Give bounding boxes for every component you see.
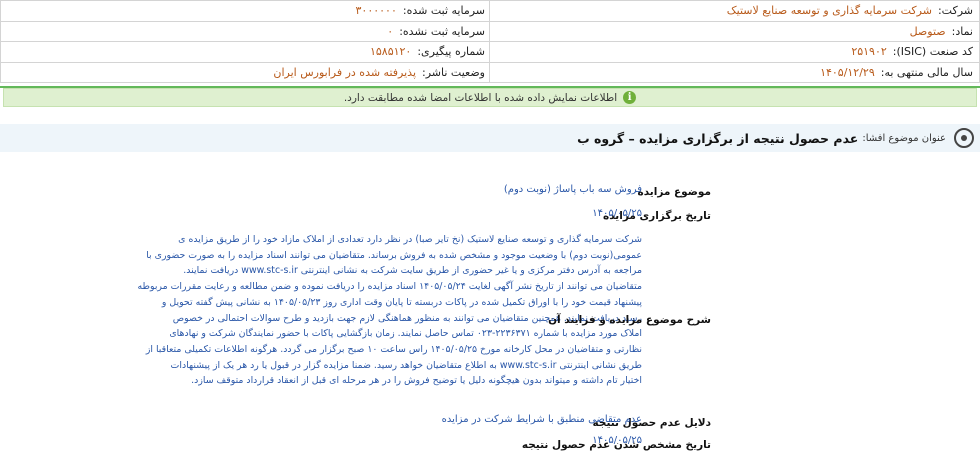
symbol-label: نماد: <box>951 24 973 38</box>
description-line: پیشنهاد قیمت خود را با اوراق تکمیل شده د… <box>161 296 642 308</box>
description-line: متقاضیان می توانند از تاریخ نشر آگهی لغا… <box>137 281 642 293</box>
fiscal-year-cell: سال مالی منتهی به: ۱۴۰۵/۱۲/۲۹ <box>489 62 979 82</box>
description-line: املاک مورد مزایده با شماره ۲۲۳۶۳۷۱-۰۲۳ ت… <box>169 328 642 340</box>
fiscal-year-value: ۱۴۰۵/۱۲/۲۹ <box>820 65 875 79</box>
reason-value: عدم متقاضی منطبق با شرایط شرکت در مزایده <box>441 414 642 425</box>
isic-cell: کد صنعت (ISIC): ۲۵۱۹۰۲ <box>489 42 979 62</box>
description-line: اختیار تام داشته و میتواند بدون هیچگونه … <box>191 375 642 387</box>
target-icon <box>954 128 974 148</box>
company-label: شرکت: <box>937 4 973 18</box>
publisher-status-cell: وضعیت ناشر: پذیرفته شده در فرابورس ایران <box>1 63 489 83</box>
registered-capital-value: ۳۰۰۰۰۰۰ <box>355 4 397 18</box>
company-name[interactable]: شرکت سرمایه گذاری و توسعه صنایع لاستیک <box>727 4 932 17</box>
disclosure-title-bar: عنوان موضوع افشا: عدم حصول نتیجه از برگز… <box>0 124 980 152</box>
title-prefix: عنوان موضوع افشا: <box>862 132 946 144</box>
isic-value: ۲۵۱۹۰۲ <box>851 45 887 59</box>
tracking-cell: شماره پیگیری: ۱۵۸۵۱۲۰ <box>1 42 489 62</box>
signature-match-notice: i اطلاعات نمایش داده شده با اطلاعات امضا… <box>3 88 977 107</box>
info-row: کد صنعت (ISIC): ۲۵۱۹۰۲ شماره پیگیری: ۱۵۸… <box>1 42 979 63</box>
description-line: عمومی(نوبت دوم) با وضعیت موجود و مشخص شد… <box>146 249 642 261</box>
description-line: نظارتی و متقاضیان در محل کارخانه مورخ ۱۴… <box>145 343 642 355</box>
isic-label: کد صنعت (ISIC): <box>892 45 973 59</box>
fiscal-year-label: سال مالی منتهی به: <box>880 65 973 79</box>
registered-capital-label: سرمایه ثبت شده: <box>402 4 485 18</box>
company-info-table: شرکت: شرکت سرمایه گذاری و توسعه صنایع لا… <box>0 0 980 83</box>
description-line: رسید دریافت نمایند. همچنین متقاضیان می ت… <box>172 312 642 324</box>
description-text: شرکت سرمایه گذاری و توسعه صنایع لاستیک (… <box>2 232 642 389</box>
symbol-cell: نماد: صتوصل <box>489 21 979 41</box>
info-row: سال مالی منتهی به: ۱۴۰۵/۱۲/۲۹ وضعیت ناشر… <box>1 62 979 83</box>
fail-date-value: ۱۴۰۵/۰۵/۲۵ <box>592 435 642 446</box>
registered-capital-cell: سرمایه ثبت شده: ۳۰۰۰۰۰۰ <box>1 1 489 21</box>
tracking-value: ۱۵۸۵۱۲۰ <box>369 45 412 59</box>
description-line: طریق نشانی اینترنتی www.stc-s.ir به اطلا… <box>170 359 642 371</box>
description-label: شرح موضوع مزایده و فرایند آن <box>548 314 711 326</box>
description-line: مراجعه به آدرس دفتر مرکزی و یا غیر حضوری… <box>183 265 642 277</box>
symbol-value[interactable]: صتوصل <box>910 25 946 38</box>
info-row: شرکت: شرکت سرمایه گذاری و توسعه صنایع لا… <box>1 1 979 22</box>
publisher-status-label: وضعیت ناشر: <box>422 65 485 79</box>
unregistered-capital-cell: سرمایه ثبت نشده: ۰ <box>1 22 489 42</box>
subject-label: موضوع مزایده <box>637 186 711 198</box>
publisher-status-value: پذیرفته شده در فرابورس ایران <box>273 65 417 79</box>
disclosure-page: شرکت: شرکت سرمایه گذاری و توسعه صنایع لا… <box>0 0 980 451</box>
page-title: عدم حصول نتیجه از برگزاری مزایده – گروه … <box>577 130 859 146</box>
unregistered-capital-label: سرمایه ثبت نشده: <box>399 24 485 38</box>
company-cell: شرکت: شرکت سرمایه گذاری و توسعه صنایع لا… <box>489 1 979 21</box>
info-row: نماد: صتوصل سرمایه ثبت نشده: ۰ <box>1 21 979 42</box>
info-icon: i <box>623 91 637 104</box>
tracking-label: شماره پیگیری: <box>417 45 485 59</box>
description-line: شرکت سرمایه گذاری و توسعه صنایع لاستیک (… <box>178 234 642 245</box>
subject-value: فروش سه باب پاساژ (نوبت دوم) <box>503 184 642 195</box>
notice-text: اطلاعات نمایش داده شده با اطلاعات امضا ش… <box>343 91 618 104</box>
auction-date-value: ۱۴۰۵/۰۵/۲۵ <box>592 208 642 219</box>
unregistered-capital-value: ۰ <box>387 24 394 38</box>
